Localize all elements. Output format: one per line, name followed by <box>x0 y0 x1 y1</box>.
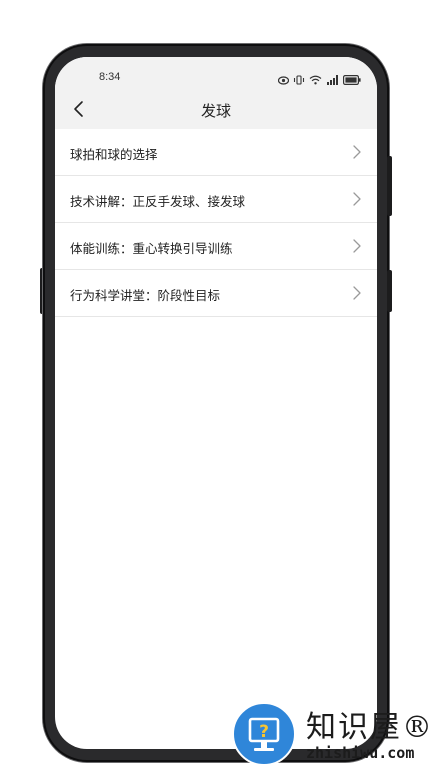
list-item-equipment[interactable]: 球拍和球的选择 <box>55 129 377 176</box>
list-item-behavior-science[interactable]: 行为科学讲堂：阶段性目标 <box>55 270 377 317</box>
lesson-list: 球拍和球的选择 技术讲解：正反手发球、接发球 体能训练：重心转换引导训练 行为科… <box>55 129 377 317</box>
battery-icon <box>343 70 361 89</box>
vibrate-icon <box>293 70 305 89</box>
watermark: ? 知识屋® zhishiwu.com <box>232 700 432 768</box>
list-item-label: 行为科学讲堂：阶段性目标 <box>70 288 221 303</box>
eye-icon <box>277 70 290 89</box>
status-time: 8:34 <box>99 71 121 83</box>
chevron-right-icon <box>353 239 361 253</box>
list-item-fitness[interactable]: 体能训练：重心转换引导训练 <box>55 223 377 270</box>
signal-icon <box>326 70 339 89</box>
svg-text:?: ? <box>259 722 269 742</box>
chevron-right-icon <box>353 145 361 159</box>
list-item-label: 球拍和球的选择 <box>70 147 158 162</box>
page-title: 发球 <box>200 102 231 120</box>
watermark-brand: 知识屋® <box>306 710 432 745</box>
nav-bar: 发球 <box>55 89 377 129</box>
watermark-logo-icon: ? <box>232 702 296 766</box>
list-item-label: 技术讲解：正反手发球、接发球 <box>70 194 246 209</box>
volume-up-side-button <box>387 156 392 216</box>
watermark-domain: zhishiwu.com <box>306 744 415 762</box>
list-item-technique[interactable]: 技术讲解：正反手发球、接发球 <box>55 176 377 223</box>
wifi-icon <box>309 70 322 89</box>
chevron-right-icon <box>353 192 361 206</box>
status-icons <box>277 70 361 89</box>
chevron-right-icon <box>353 286 361 300</box>
list-item-label: 体能训练：重心转换引导训练 <box>70 241 233 256</box>
phone-screen: 8:34 发球 球拍和球的选择 技术讲解：正反手发球、接发球 体能训练：重心转换… <box>55 57 377 749</box>
volume-down-side-button <box>387 270 392 312</box>
